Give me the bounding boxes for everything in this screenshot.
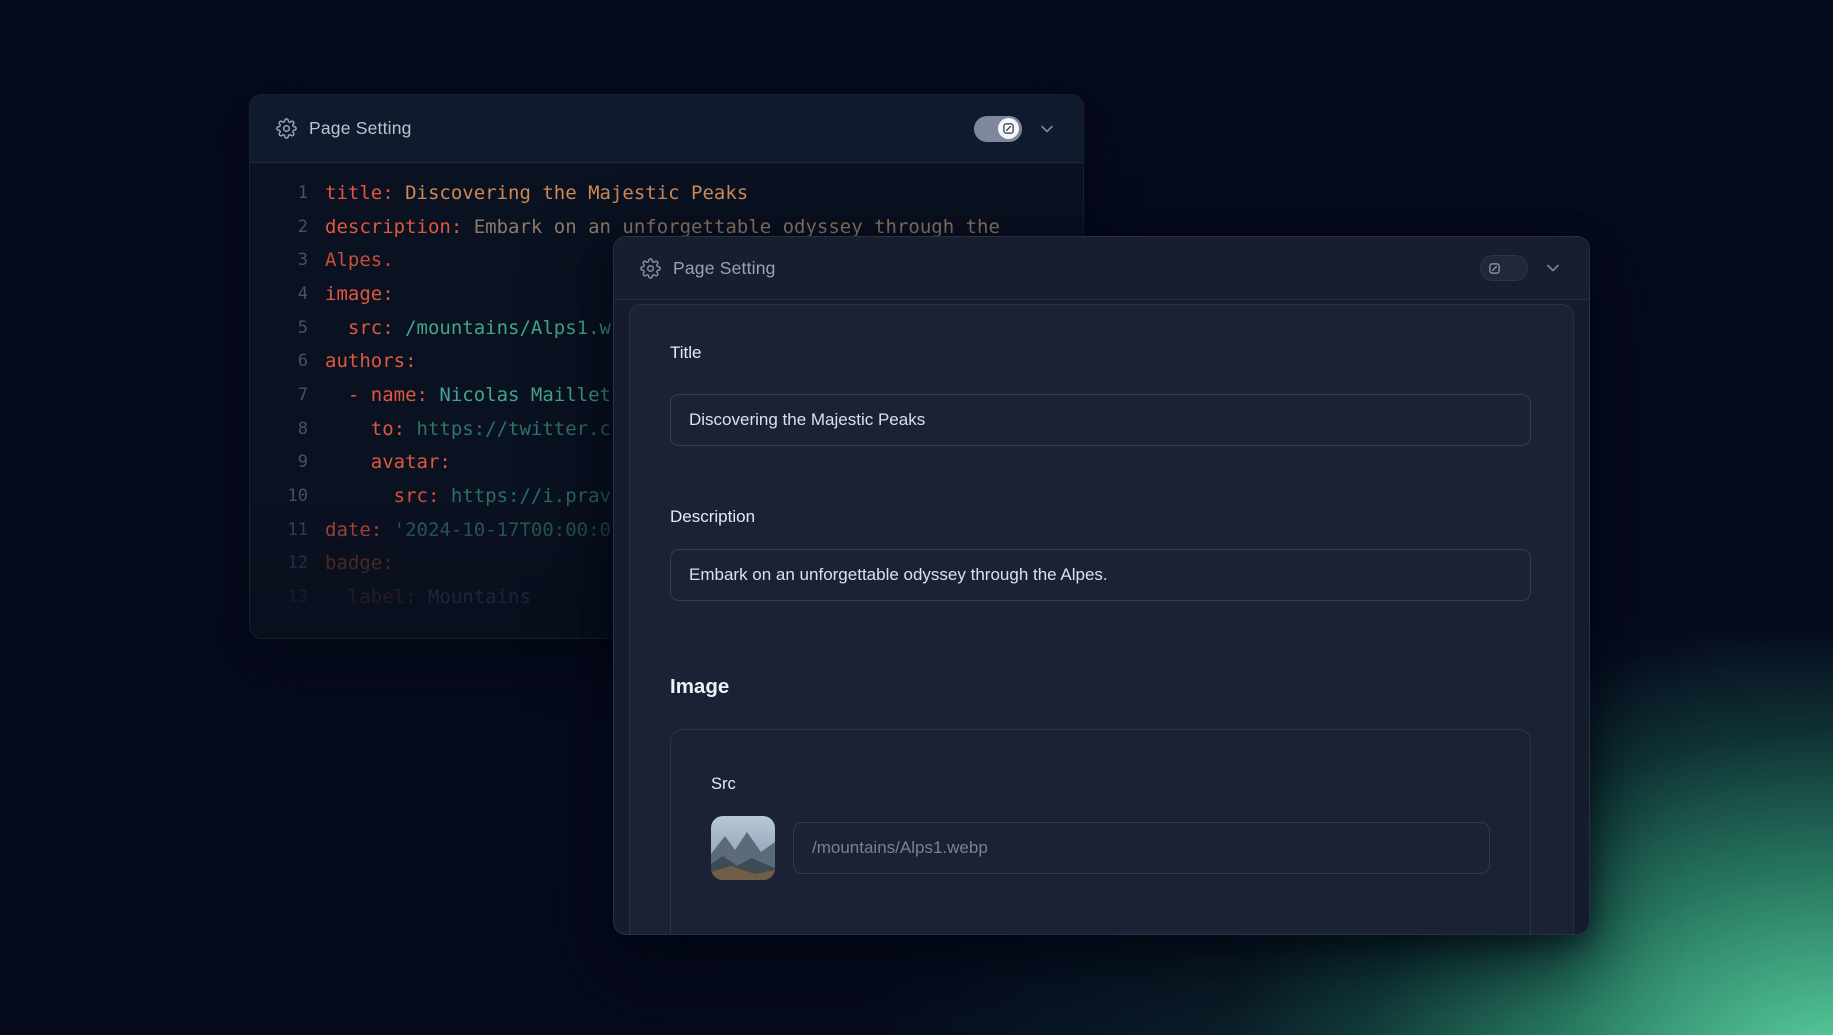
code-panel-header: Page Setting bbox=[250, 95, 1083, 163]
code-line-text: src: https://i.prav bbox=[325, 485, 611, 507]
gear-icon bbox=[276, 118, 297, 139]
src-input[interactable] bbox=[793, 822, 1490, 874]
line-number: 10 bbox=[250, 486, 308, 506]
line-number: 13 bbox=[250, 587, 308, 607]
image-heading: Image bbox=[670, 675, 729, 699]
code-view-toggle[interactable] bbox=[1480, 255, 1528, 281]
line-number: 12 bbox=[250, 553, 308, 573]
image-group: Src bbox=[670, 729, 1531, 935]
header-actions bbox=[974, 116, 1057, 142]
title-label: Title bbox=[670, 343, 702, 363]
form-card: Title Description Image Src bbox=[629, 304, 1574, 935]
description-label: Description bbox=[670, 507, 755, 527]
page-setting-form-panel: Page Setting Title Description Image Src bbox=[613, 236, 1590, 935]
line-number: 5 bbox=[250, 318, 308, 338]
edit-square-icon bbox=[998, 118, 1019, 139]
chevron-down-icon[interactable] bbox=[1037, 119, 1057, 139]
code-line-text: image: bbox=[325, 283, 394, 305]
src-row bbox=[711, 816, 1490, 880]
mountain-photo-thumbnail[interactable] bbox=[711, 816, 775, 880]
code-line-text: badge: bbox=[325, 552, 394, 574]
form-panel-header: Page Setting bbox=[614, 237, 1589, 300]
code-line: 1 title: Discovering the Majestic Peaks bbox=[250, 176, 1083, 210]
line-number: 8 bbox=[250, 419, 308, 439]
desktop-background: Page Setting 1 title: Discovering the Maj… bbox=[0, 0, 1833, 1035]
code-line-text: src: /mountains/Alps1.w bbox=[325, 317, 611, 339]
panel-title: Page Setting bbox=[309, 118, 412, 139]
line-number: 2 bbox=[250, 217, 308, 237]
code-line-text: Alpes. bbox=[325, 249, 394, 271]
gear-icon bbox=[640, 258, 661, 279]
panel-title: Page Setting bbox=[673, 258, 776, 279]
title-input[interactable] bbox=[670, 394, 1531, 446]
header-actions bbox=[1480, 255, 1563, 281]
description-input[interactable] bbox=[670, 549, 1531, 601]
code-line-text: label: Mountains bbox=[325, 586, 531, 608]
line-number: 1 bbox=[250, 183, 308, 203]
code-line-text: date: '2024-10-17T00:00:0 bbox=[325, 519, 611, 541]
line-number: 4 bbox=[250, 284, 308, 304]
chevron-down-icon[interactable] bbox=[1543, 258, 1563, 278]
code-line-text: avatar: bbox=[325, 451, 451, 473]
code-view-toggle[interactable] bbox=[974, 116, 1022, 142]
line-number: 7 bbox=[250, 385, 308, 405]
edit-square-icon bbox=[1484, 258, 1504, 278]
src-label: Src bbox=[711, 775, 736, 794]
code-line-text: - name: Nicolas Maillet bbox=[325, 384, 611, 406]
code-line-text: title: Discovering the Majestic Peaks bbox=[325, 182, 748, 204]
line-number: 3 bbox=[250, 250, 308, 270]
code-line-text: to: https://twitter.c bbox=[325, 418, 611, 440]
line-number: 6 bbox=[250, 351, 308, 371]
code-line-text: description: Embark on an unforgettable … bbox=[325, 216, 1000, 238]
code-line-text: authors: bbox=[325, 350, 417, 372]
line-number: 9 bbox=[250, 452, 308, 472]
line-number: 11 bbox=[250, 520, 308, 540]
